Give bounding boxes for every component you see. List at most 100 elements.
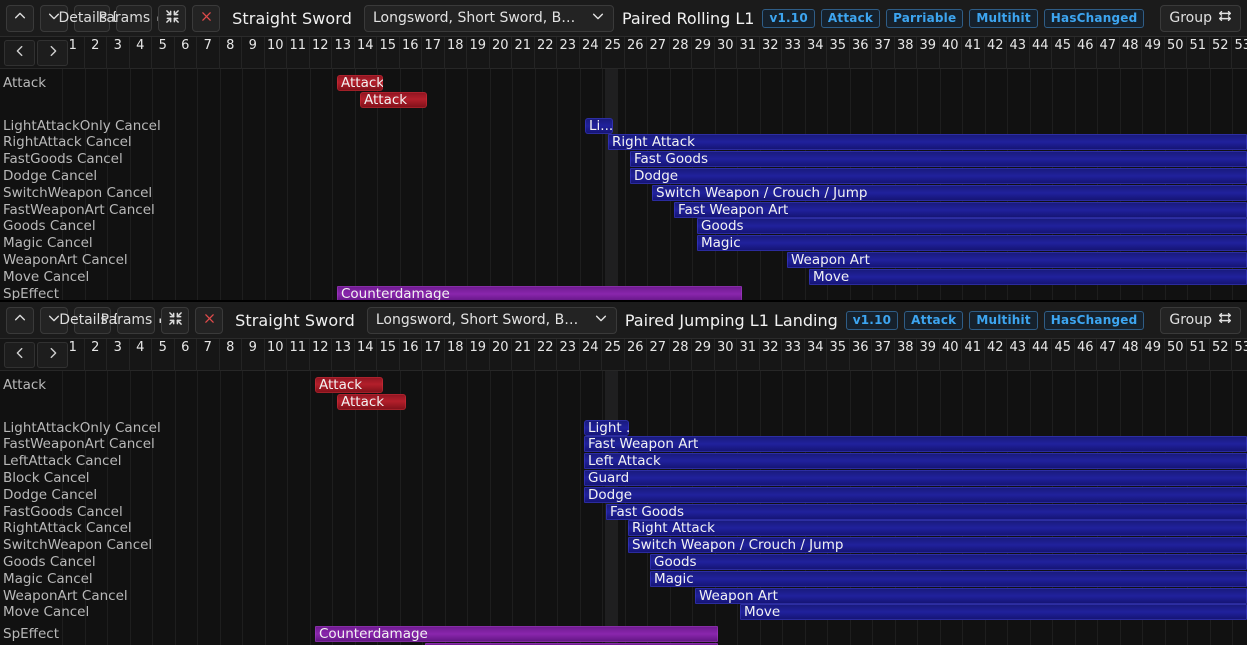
- ruler-tick[interactable]: 19: [467, 339, 490, 371]
- ruler-tick[interactable]: 44: [1030, 339, 1052, 371]
- ruler-tick[interactable]: 4: [130, 37, 152, 69]
- ruler-tick[interactable]: 23: [557, 339, 580, 371]
- ruler-prev-button[interactable]: [4, 342, 35, 368]
- timeline-bar[interactable]: Li...: [585, 117, 613, 134]
- timeline-bar[interactable]: Fast Goods: [606, 503, 1247, 520]
- tag-badge[interactable]: HasChanged: [1043, 8, 1145, 28]
- ruler-tick[interactable]: 27: [647, 339, 670, 371]
- ruler-tick[interactable]: 42: [985, 37, 1007, 69]
- timeline-bar[interactable]: Left Attack: [584, 453, 1247, 470]
- move-up-button[interactable]: [6, 4, 34, 32]
- timeline-bar[interactable]: Right Attack: [608, 134, 1247, 151]
- ruler-tick[interactable]: 33: [782, 37, 805, 69]
- ruler-tick[interactable]: 52: [1210, 339, 1232, 371]
- ruler-tick[interactable]: 32: [760, 339, 782, 371]
- ruler-tick[interactable]: 49: [1142, 339, 1165, 371]
- ruler-tick[interactable]: 26: [625, 339, 647, 371]
- ruler-tick[interactable]: 21: [512, 339, 535, 371]
- ruler-tick[interactable]: 18: [445, 37, 467, 69]
- ruler-tick[interactable]: 20: [490, 339, 512, 371]
- timeline-bar[interactable]: Dodge: [584, 486, 1247, 503]
- timeline-bar[interactable]: Guard: [584, 470, 1247, 486]
- tag-badge[interactable]: HasChanged: [1043, 310, 1145, 330]
- timeline-bar[interactable]: Attack: [337, 75, 383, 91]
- timeline-bar[interactable]: Weapon Art: [787, 252, 1247, 268]
- tag-badge[interactable]: Attack: [820, 8, 881, 28]
- ruler-tick[interactable]: 4: [130, 339, 152, 371]
- weapon-list-select[interactable]: Longsword, Short Sword, Broad...: [363, 4, 614, 32]
- params-button[interactable]: Params: [101, 306, 170, 334]
- ruler-tick[interactable]: 53: [1232, 339, 1247, 371]
- ruler-tick[interactable]: 13: [332, 37, 355, 69]
- timeline-bar[interactable]: Attack: [315, 377, 383, 393]
- ruler-tick[interactable]: 13: [332, 339, 355, 371]
- timeline-tracks[interactable]: Attack Attack Attack LightAttackOnly Can…: [0, 371, 1247, 645]
- ruler-tick[interactable]: 41: [962, 37, 985, 69]
- timeline-bar[interactable]: Fast Weapon Art: [674, 201, 1247, 218]
- ruler-tick[interactable]: 35: [827, 339, 850, 371]
- ruler-tick[interactable]: 15: [377, 37, 400, 69]
- ruler-tick[interactable]: 14: [355, 37, 377, 69]
- tag-badge[interactable]: Multihit: [969, 310, 1038, 330]
- move-up-button[interactable]: [6, 306, 34, 334]
- ruler-tick[interactable]: 24: [580, 37, 602, 69]
- ruler-tick[interactable]: 31: [737, 37, 760, 69]
- ruler-tick[interactable]: 14: [355, 339, 377, 371]
- ruler-tick[interactable]: 17: [422, 339, 445, 371]
- ruler-tick[interactable]: 32: [760, 37, 782, 69]
- ruler-prev-button[interactable]: [4, 40, 35, 66]
- ruler-tick[interactable]: 37: [872, 37, 895, 69]
- close-panel-button[interactable]: [195, 306, 224, 334]
- ruler-tick[interactable]: 31: [737, 339, 760, 371]
- ruler-tick[interactable]: 26: [625, 37, 647, 69]
- ruler-tick[interactable]: 45: [1052, 37, 1075, 69]
- ruler-tick[interactable]: 45: [1052, 339, 1075, 371]
- tag-badge[interactable]: v1.10: [845, 310, 899, 330]
- timeline-bar[interactable]: Goods: [650, 554, 1247, 570]
- ruler-tick[interactable]: 53: [1232, 37, 1247, 69]
- ruler-tick[interactable]: 10: [265, 37, 287, 69]
- ruler-tick[interactable]: 20: [490, 37, 512, 69]
- ruler-tick[interactable]: 28: [670, 339, 692, 371]
- timeline-bar[interactable]: Counterdamage: [337, 285, 742, 300]
- ruler-tick[interactable]: 6: [175, 37, 197, 69]
- timeline-ruler[interactable]: 1 2 3 4 5 6 7 8 9 10 11 12 13 14 15 16 17 18 19 20 21 22 23 24 2…: [0, 339, 1247, 371]
- ruler-tick[interactable]: 8: [220, 339, 242, 371]
- ruler-tick[interactable]: 16: [400, 339, 422, 371]
- ruler-tick[interactable]: 41: [962, 339, 985, 371]
- ruler-tick[interactable]: 40: [940, 339, 962, 371]
- close-panel-button[interactable]: [192, 4, 221, 32]
- timeline-bar[interactable]: Switch Weapon / Crouch / Jump: [652, 184, 1247, 201]
- ruler-tick[interactable]: 22: [535, 37, 557, 69]
- ruler-tick[interactable]: 21: [512, 37, 535, 69]
- timeline-bar[interactable]: Goods: [697, 218, 1247, 235]
- ruler-tick[interactable]: 8: [220, 37, 242, 69]
- ruler-tick[interactable]: 51: [1187, 37, 1210, 69]
- timeline-bar[interactable]: Right Attack: [628, 520, 1247, 537]
- timeline-bar[interactable]: Move: [809, 268, 1247, 285]
- ruler-tick[interactable]: 52: [1210, 37, 1232, 69]
- timeline-bar[interactable]: Fast Goods: [630, 151, 1247, 168]
- timeline-bar[interactable]: Counterdamage: [315, 626, 718, 643]
- collapse-button[interactable]: [158, 4, 187, 32]
- ruler-tick[interactable]: 30: [715, 37, 737, 69]
- ruler-tick[interactable]: 39: [917, 37, 940, 69]
- ruler-tick[interactable]: 12: [310, 37, 332, 69]
- ruler-tick[interactable]: 18: [445, 339, 467, 371]
- ruler-tick[interactable]: 10: [265, 339, 287, 371]
- ruler-tick[interactable]: 36: [850, 339, 872, 371]
- ruler-tick[interactable]: 7: [197, 37, 220, 69]
- timeline-bar[interactable]: Light ...: [584, 419, 629, 436]
- ruler-tick[interactable]: 25: [602, 339, 625, 371]
- ruler-tick[interactable]: 7: [197, 339, 220, 371]
- timeline-ruler[interactable]: 1 2 3 4 5 6 7 8 9 10 11 12 13 14 15 16 17 18 19 20 21 22 23 24 2…: [0, 37, 1247, 69]
- ruler-tick[interactable]: 19: [467, 37, 490, 69]
- ruler-tick[interactable]: 6: [175, 339, 197, 371]
- ruler-tick[interactable]: 3: [107, 37, 130, 69]
- ruler-tick[interactable]: 9: [242, 339, 265, 371]
- ruler-tick[interactable]: 36: [850, 37, 872, 69]
- ruler-tick[interactable]: 38: [895, 339, 917, 371]
- ruler-tick[interactable]: 50: [1165, 37, 1187, 69]
- ruler-tick[interactable]: 47: [1097, 37, 1120, 69]
- ruler-tick[interactable]: 46: [1075, 37, 1097, 69]
